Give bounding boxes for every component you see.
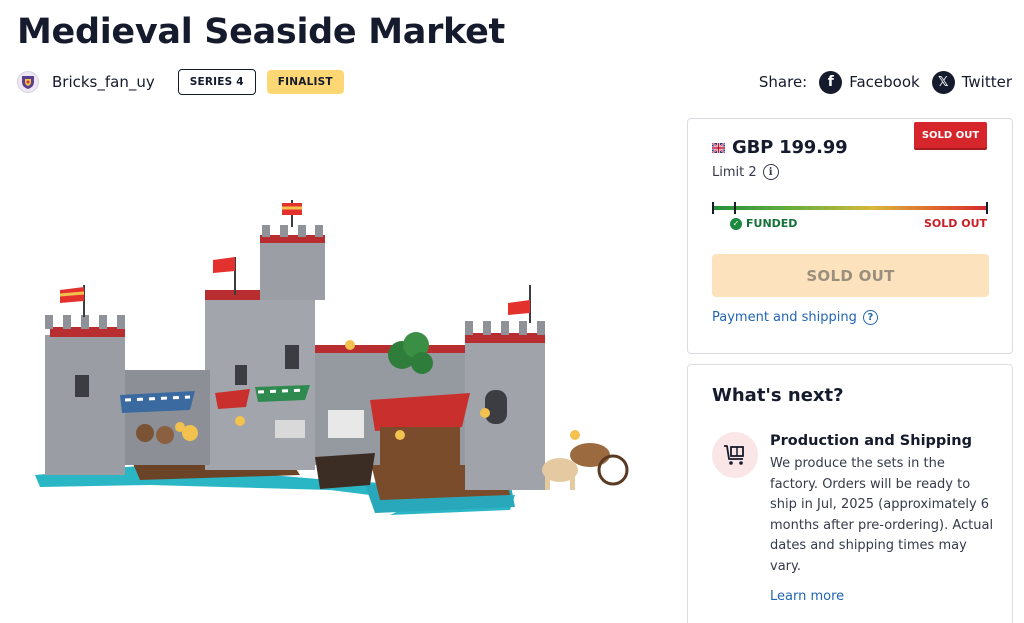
series-badge: SERIES 4 xyxy=(177,69,256,95)
creator-name[interactable]: Bricks_fan_uy xyxy=(52,73,155,91)
product-image[interactable] xyxy=(30,195,635,525)
whats-next-card: What's next? Production and Shipping We … xyxy=(687,364,1013,623)
progress-funded-tick xyxy=(734,202,736,214)
facebook-share-link[interactable]: f Facebook xyxy=(819,70,920,94)
avatar-shield-icon xyxy=(22,76,34,89)
step-title: Production and Shipping xyxy=(770,433,972,449)
funded-label: FUNDED xyxy=(746,217,798,230)
progress-end-tick xyxy=(986,202,988,214)
purchase-limit: Limit 2 i xyxy=(712,164,779,180)
price: GBP 199.99 xyxy=(732,137,848,158)
limit-label: Limit 2 xyxy=(712,164,757,180)
learn-more-link[interactable]: Learn more xyxy=(770,589,844,604)
page-title: Medieval Seaside Market xyxy=(17,12,505,52)
funding-progress-bar xyxy=(712,202,988,214)
sold-out-button[interactable]: SOLD OUT xyxy=(712,254,989,297)
purchase-card: SOLD OUT GBP 199.99 Limit 2 i ✓ FUNDED S… xyxy=(687,118,1013,354)
sold-out-progress-label: SOLD OUT xyxy=(923,217,987,230)
progress-start-tick xyxy=(712,202,714,214)
share-label: Share: xyxy=(758,73,808,91)
product-meta: Bricks_fan_uy SERIES 4 FINALIST xyxy=(17,69,344,95)
payment-shipping-link[interactable]: Payment and shipping ? xyxy=(712,310,878,325)
finalist-badge: FINALIST xyxy=(266,70,344,94)
facebook-label: Facebook xyxy=(849,73,920,91)
help-icon: ? xyxy=(862,310,878,325)
payment-shipping-label: Payment and shipping xyxy=(712,310,857,325)
step-description: We produce the sets in the factory. Orde… xyxy=(770,456,994,574)
x-twitter-icon: 𝕏 xyxy=(931,70,955,94)
uk-flag-icon xyxy=(712,142,725,153)
twitter-share-link[interactable]: 𝕏 Twitter xyxy=(931,70,1012,94)
sold-out-ribbon: SOLD OUT xyxy=(914,122,987,148)
share-bar: Share: f Facebook 𝕏 Twitter xyxy=(759,69,1012,95)
facebook-icon: f xyxy=(819,70,843,94)
info-icon[interactable]: i xyxy=(762,164,779,180)
cart-box-icon xyxy=(724,445,744,465)
whats-next-title: What's next? xyxy=(712,385,844,406)
creator-avatar[interactable] xyxy=(17,71,39,93)
production-icon xyxy=(712,432,758,478)
twitter-label: Twitter xyxy=(961,73,1012,91)
check-circle-icon: ✓ xyxy=(730,217,742,230)
funded-indicator: ✓ FUNDED xyxy=(730,217,797,230)
price-row: GBP 199.99 xyxy=(712,137,848,158)
